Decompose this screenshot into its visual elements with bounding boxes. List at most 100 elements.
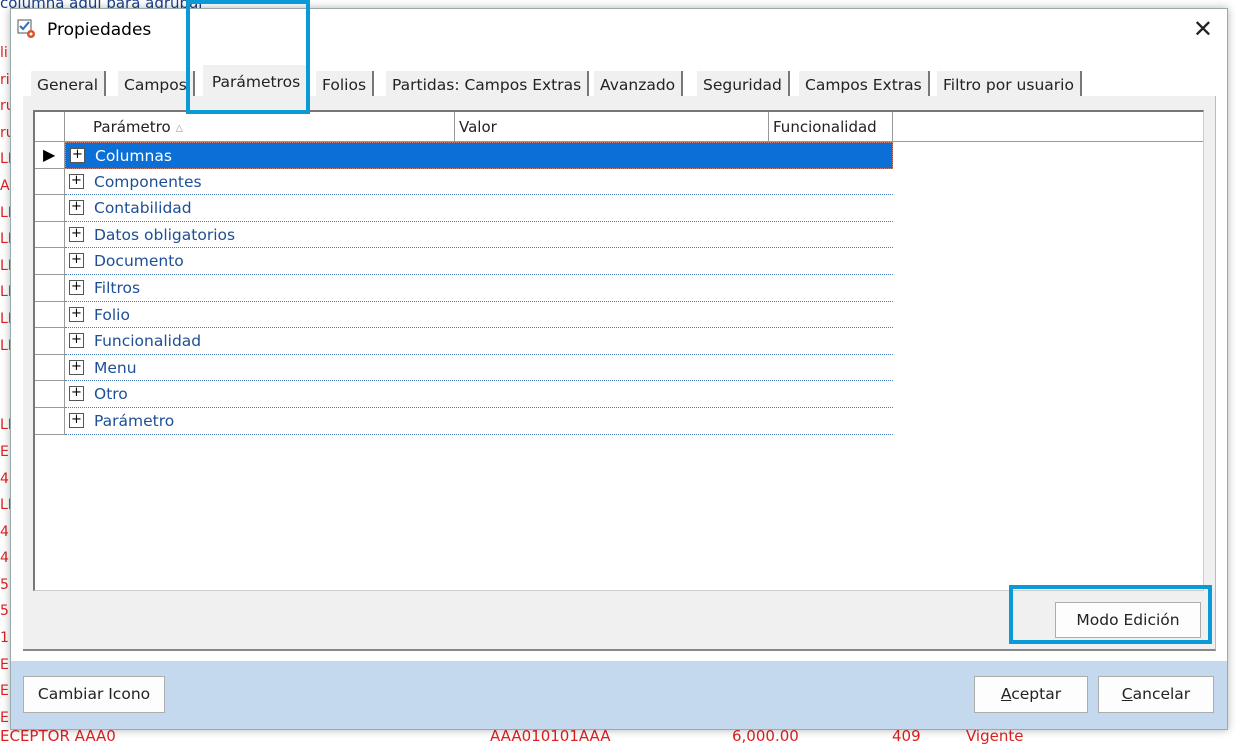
- expand-plus-icon[interactable]: +: [69, 280, 84, 295]
- bg-letter: [0, 386, 10, 413]
- bg-letter: LI: [0, 204, 10, 221]
- bg-letter: 5: [0, 603, 9, 620]
- parameter-cell[interactable]: + Documento: [65, 248, 893, 275]
- bg-cell: ECEPTOR AAA0: [0, 727, 116, 745]
- table-row[interactable]: + Parámetro: [35, 408, 893, 435]
- table-row[interactable]: + Componentes: [35, 168, 893, 196]
- row-indicator[interactable]: [35, 301, 65, 329]
- parameter-group-label: Folio: [94, 305, 130, 324]
- bg-cell: AAA010101AAA: [490, 727, 611, 745]
- row-indicator[interactable]: [35, 328, 65, 355]
- bg-letter: ru: [0, 124, 10, 141]
- expand-plus-icon[interactable]: +: [69, 200, 84, 216]
- tab-general[interactable]: General: [31, 71, 107, 97]
- expand-plus-icon[interactable]: +: [69, 306, 84, 322]
- header-filler: [893, 112, 1203, 142]
- expand-plus-icon[interactable]: +: [69, 253, 84, 269]
- table-row[interactable]: + Funcionalidad: [35, 328, 893, 355]
- dialog-title: Propiedades: [47, 20, 152, 40]
- table-row[interactable]: + Datos obligatorios: [35, 221, 893, 249]
- current-row-arrow-icon: ▶: [43, 145, 56, 164]
- parameter-group-label: Datos obligatorios: [94, 225, 236, 244]
- parameter-group-label: Contabilidad: [94, 199, 192, 218]
- expand-plus-icon[interactable]: +: [69, 386, 84, 402]
- change-icon-button[interactable]: Cambiar Icono: [23, 676, 165, 713]
- table-row[interactable]: + Filtros: [35, 275, 893, 302]
- tab-avanzado[interactable]: Avanzado: [594, 71, 684, 97]
- sort-ascending-icon: ▵: [175, 118, 183, 136]
- close-icon[interactable]: ✕: [1193, 15, 1213, 43]
- row-indicator[interactable]: [35, 195, 65, 222]
- table-row[interactable]: + Documento: [35, 248, 893, 275]
- expand-plus-icon[interactable]: +: [69, 173, 84, 189]
- accept-accelerator: A: [1000, 685, 1012, 703]
- parameter-cell[interactable]: + Folio: [65, 302, 893, 329]
- row-indicator[interactable]: [35, 354, 65, 382]
- bg-letter: li: [0, 45, 8, 61]
- column-header-valor[interactable]: Valor: [455, 112, 769, 142]
- parameter-cell[interactable]: + Columnas: [65, 142, 893, 169]
- expand-plus-icon[interactable]: +: [69, 413, 84, 428]
- parameter-group-label: Componentes: [94, 172, 202, 191]
- dialog-footer: Cambiar Icono Aceptar Cancelar: [11, 661, 1227, 729]
- accept-button[interactable]: Aceptar: [974, 676, 1088, 713]
- bg-letter: LI: [0, 257, 10, 274]
- bg-letter: LI: [0, 310, 10, 327]
- parameter-cell[interactable]: + Datos obligatorios: [65, 222, 893, 249]
- table-row[interactable]: + Menu: [35, 354, 893, 382]
- table-row[interactable]: + Contabilidad: [35, 195, 893, 222]
- bg-letter: LI: [0, 284, 10, 301]
- parameter-cell[interactable]: + Filtros: [65, 275, 893, 302]
- row-indicator[interactable]: [35, 168, 65, 196]
- tab-partidas-campos-extras[interactable]: Partidas: Campos Extras: [386, 71, 590, 97]
- bg-cell: 6,000.00: [732, 727, 799, 745]
- parameter-group-label: Filtros: [94, 279, 141, 297]
- expand-plus-icon[interactable]: +: [69, 359, 84, 375]
- highlight-edit-mode: [1009, 585, 1212, 644]
- row-indicator[interactable]: ▶: [35, 142, 65, 169]
- bg-letter: 5: [0, 576, 9, 593]
- parameter-cell[interactable]: + Contabilidad: [65, 195, 893, 222]
- parameter-group-label: Documento: [94, 252, 184, 271]
- parameter-cell[interactable]: + Componentes: [65, 169, 893, 196]
- cancel-accelerator: C: [1121, 685, 1133, 703]
- tab-campos-extras[interactable]: Campos Extras: [799, 71, 930, 97]
- bg-letter: LI: [0, 231, 10, 248]
- background-row: ECEPTOR AAA0 AAA010101AAA 6,000.00 409 V…: [0, 727, 1236, 745]
- row-indicator[interactable]: [35, 275, 65, 302]
- expand-plus-icon[interactable]: +: [69, 333, 84, 349]
- bg-letter: ri: [0, 71, 10, 88]
- tab-filtro-por-usuario[interactable]: Filtro por usuario: [937, 71, 1082, 97]
- bg-cell: 409: [892, 727, 921, 745]
- row-indicator[interactable]: [35, 221, 65, 249]
- column-header-parametro[interactable]: Parámetro ▵: [65, 112, 455, 142]
- tab-campos[interactable]: Campos: [118, 71, 195, 97]
- table-row[interactable]: ▶ + Columnas: [35, 142, 893, 169]
- row-indicator[interactable]: [35, 381, 65, 408]
- parameters-grid[interactable]: Parámetro ▵ Valor Funcionalidad ▶ + Colum…: [33, 110, 1204, 591]
- table-row[interactable]: + Folio: [35, 301, 893, 329]
- table-row[interactable]: + Otro: [35, 381, 893, 408]
- cancel-button[interactable]: Cancelar: [1098, 676, 1214, 713]
- bg-letter: LI: [0, 497, 10, 514]
- parameter-cell[interactable]: + Funcionalidad: [65, 328, 893, 355]
- bg-letter: E: [0, 683, 9, 700]
- row-indicator[interactable]: [35, 248, 65, 275]
- tab-seguridad[interactable]: Seguridad: [697, 71, 790, 97]
- bg-letter: 4: [0, 523, 9, 540]
- expand-plus-icon[interactable]: +: [70, 148, 85, 163]
- expand-plus-icon[interactable]: +: [69, 226, 84, 242]
- parameter-group-label: Columnas: [95, 147, 172, 165]
- parameter-cell[interactable]: + Parámetro: [65, 408, 893, 435]
- parameter-cell[interactable]: + Menu: [65, 355, 893, 382]
- column-header-funcionalidad[interactable]: Funcionalidad: [769, 112, 893, 142]
- parameter-cell[interactable]: + Otro: [65, 381, 893, 408]
- bg-cell: Vigente: [966, 727, 1024, 745]
- row-indicator-header: [35, 112, 65, 142]
- parameter-group-label: Menu: [94, 358, 137, 377]
- bg-letter: E: [0, 443, 9, 460]
- parameters-panel: Parámetro ▵ Valor Funcionalidad ▶ + Colum…: [23, 96, 1216, 651]
- row-indicator[interactable]: [35, 408, 65, 435]
- parameter-group-label: Otro: [94, 385, 128, 404]
- tab-folios[interactable]: Folios: [316, 71, 375, 97]
